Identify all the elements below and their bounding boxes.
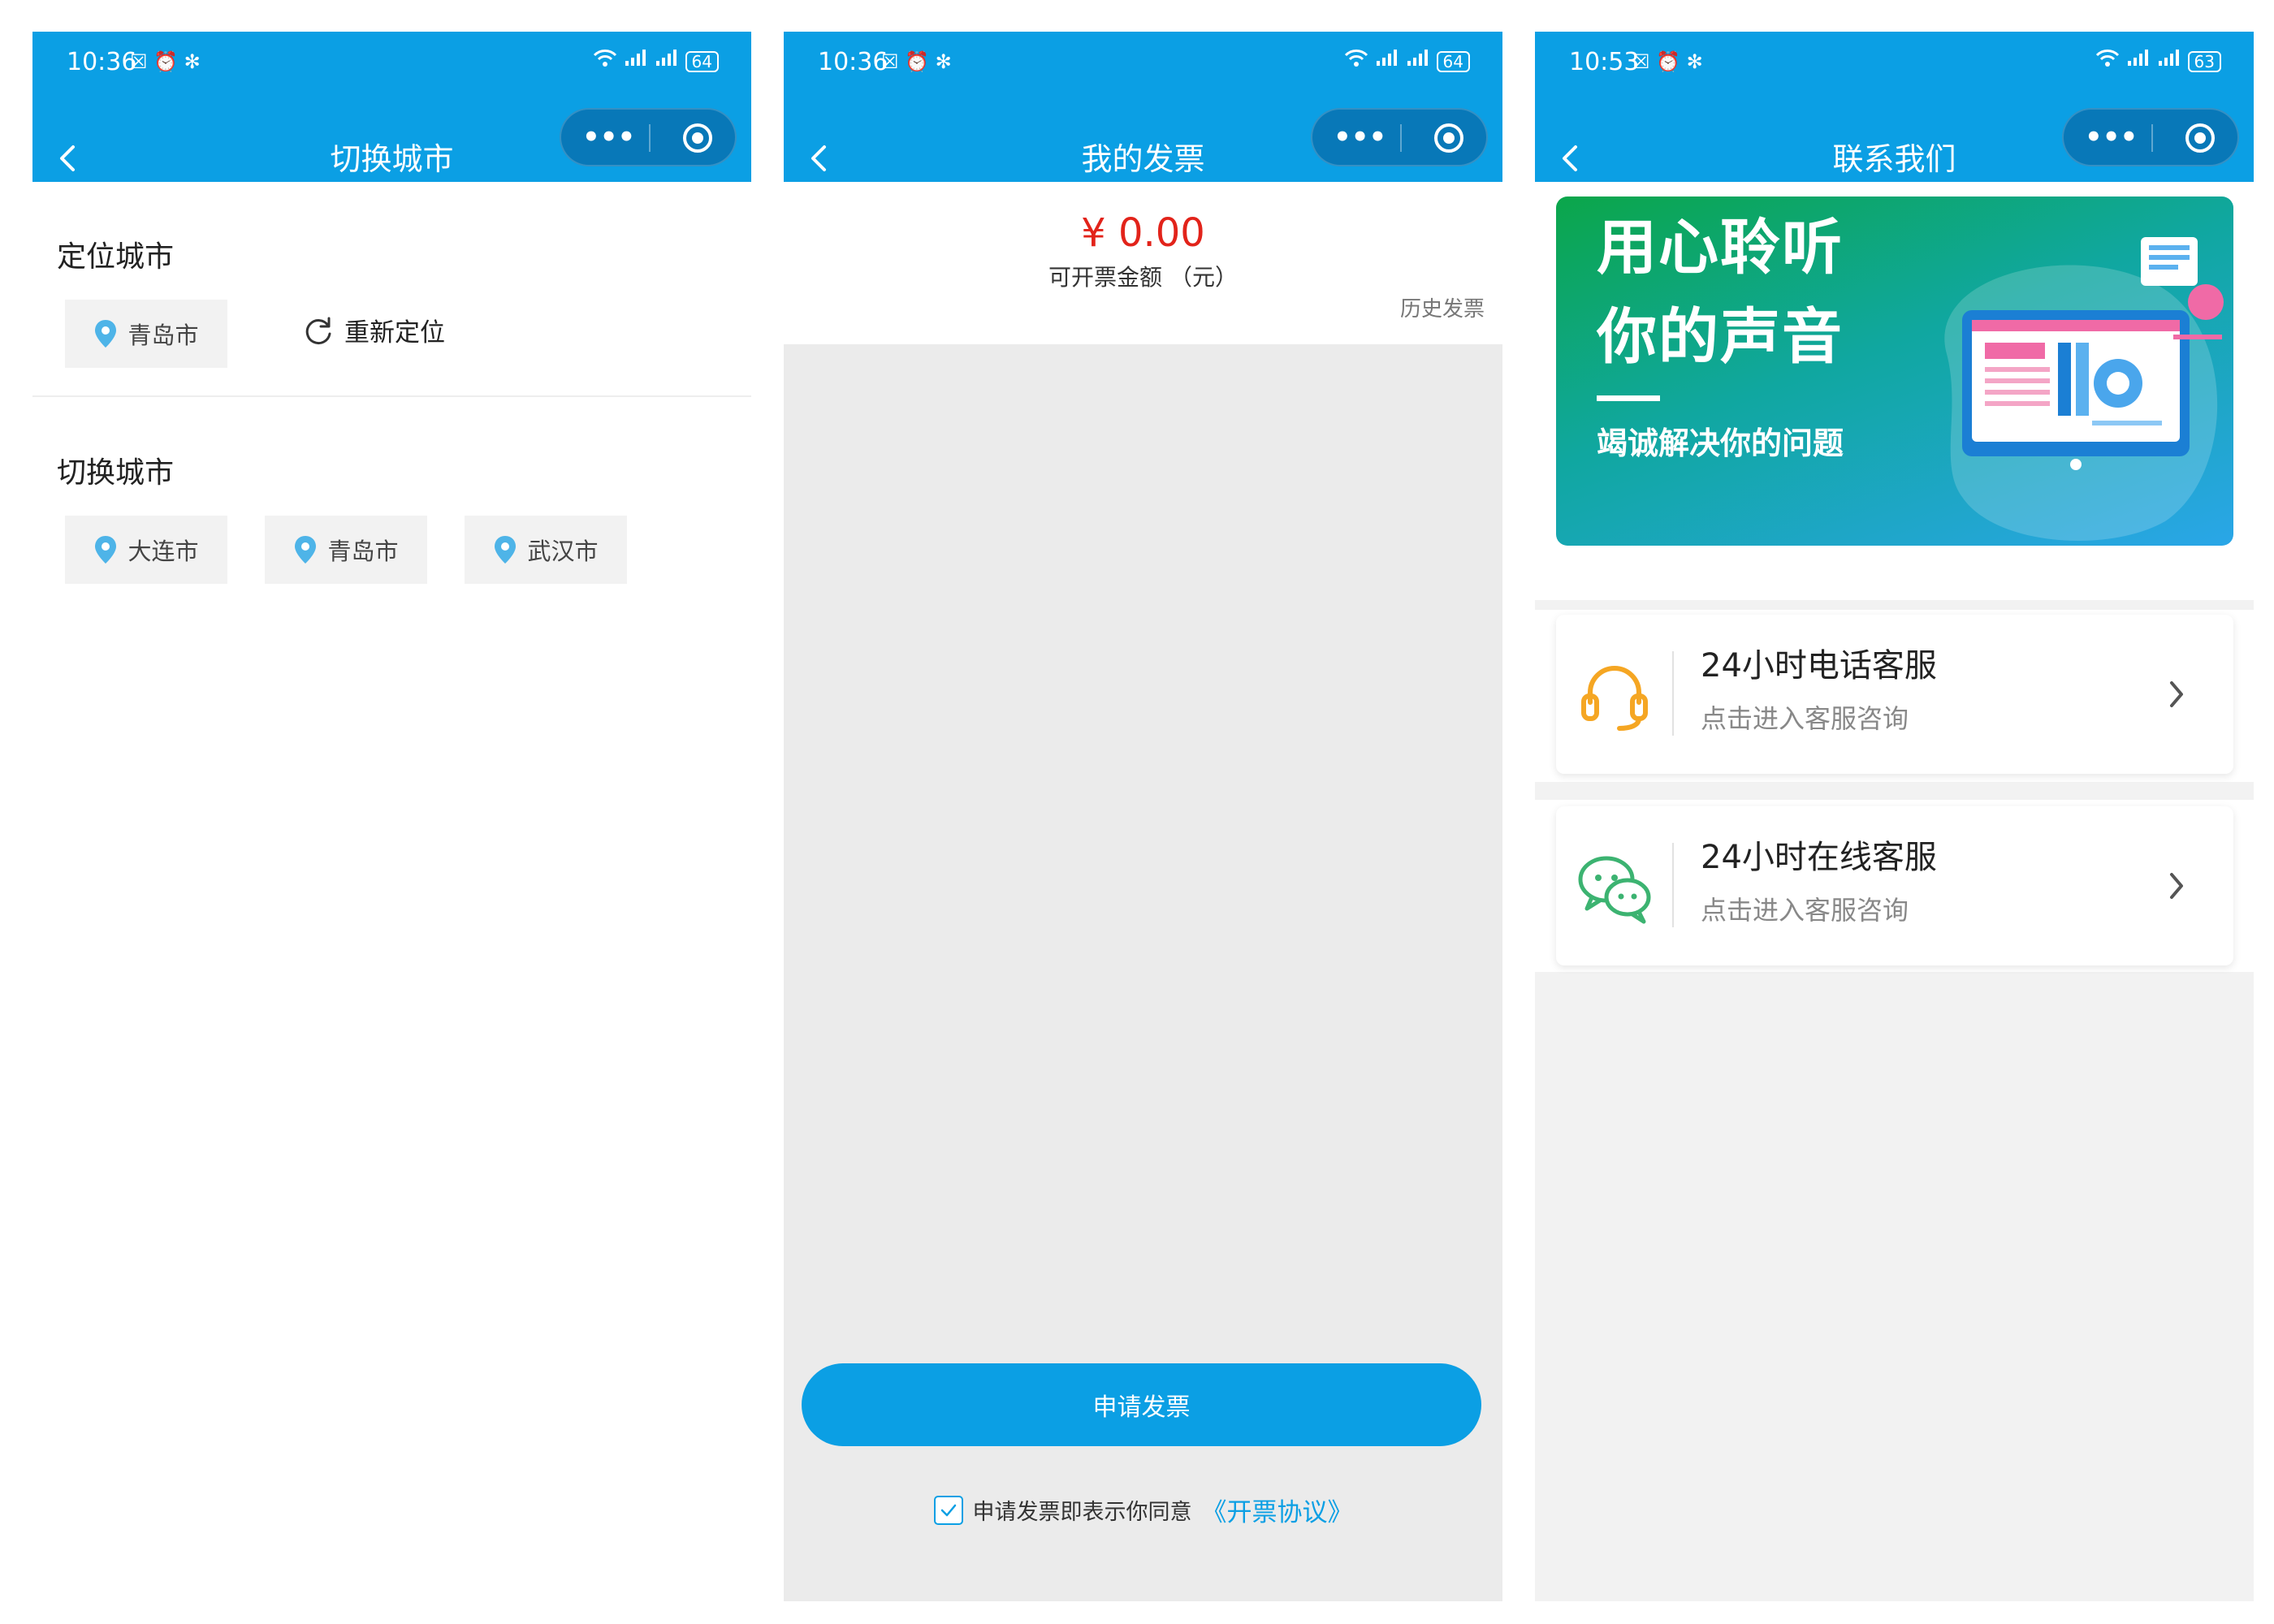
city-label: 大连市 xyxy=(128,538,199,565)
service-subtitle: 点击进入客服咨询 xyxy=(1701,703,1909,734)
wifi-icon xyxy=(1344,48,1368,75)
section-divider xyxy=(32,395,751,397)
wifi-icon xyxy=(593,48,617,75)
my-invoice-screen: 10:36 ☒ ⏰ ✻ 64 我的发票 ••• ¥ 0.00 可开票金额 （元）… xyxy=(784,32,1502,1601)
more-button[interactable]: ••• xyxy=(582,121,635,153)
refresh-icon xyxy=(305,317,331,344)
battery-indicator: 64 xyxy=(685,50,719,72)
close-mini-program-button[interactable] xyxy=(1433,122,1465,154)
phone-service-card[interactable]: 24小时电话客服 点击进入客服咨询 xyxy=(1556,615,2233,774)
status-icons: ☒ ⏰ ✻ xyxy=(881,50,952,73)
wechat-icon xyxy=(1578,856,1651,924)
card-divider xyxy=(1672,651,1674,736)
status-time: 10:53 xyxy=(1569,48,1640,76)
location-pin-icon xyxy=(95,536,117,564)
mini-program-capsule: ••• xyxy=(560,108,737,166)
service-title: 24小时在线客服 xyxy=(1701,839,1937,876)
wifi-icon xyxy=(2095,48,2120,75)
city-chip-qingdao[interactable]: 青岛市 xyxy=(265,516,427,584)
city-chip-dalian[interactable]: 大连市 xyxy=(65,516,227,584)
history-invoice-link[interactable]: 历史发票 xyxy=(1400,296,1485,323)
chevron-right-icon xyxy=(2170,873,2183,899)
location-pin-icon xyxy=(95,320,117,348)
status-right: 64 xyxy=(1344,48,1470,75)
close-mini-program-button[interactable] xyxy=(2184,122,2216,154)
signal-icon-2 xyxy=(2157,48,2181,75)
invoice-agreement-link[interactable]: 《开票协议》 xyxy=(1202,1492,1353,1528)
signal-icon xyxy=(2126,48,2151,75)
invoice-amount: ¥ 0.00 xyxy=(1081,210,1205,256)
top-bar: 10:53 ☒ ⏰ ✻ 63 联系我们 ••• xyxy=(1535,32,2254,182)
online-service-card[interactable]: 24小时在线客服 点击进入客服咨询 xyxy=(1556,806,2233,965)
banner-headline-2: 你的声音 xyxy=(1597,302,1844,372)
status-right: 64 xyxy=(593,48,719,75)
status-time: 10:36 xyxy=(818,48,888,76)
city-chip-wuhan[interactable]: 武汉市 xyxy=(465,516,627,584)
target-icon xyxy=(2185,123,2215,153)
status-right: 63 xyxy=(2095,48,2221,75)
more-button[interactable]: ••• xyxy=(1334,121,1386,153)
agree-text: 申请发票即表示你同意 xyxy=(972,1500,1192,1525)
monitor-illustration xyxy=(1944,237,2224,541)
card-divider xyxy=(1672,843,1674,927)
chevron-right-icon xyxy=(2170,681,2183,707)
signal-icon xyxy=(624,48,648,75)
apply-invoice-button[interactable]: 申请发票 xyxy=(802,1363,1481,1446)
signal-icon-2 xyxy=(655,48,679,75)
battery-indicator: 63 xyxy=(2187,50,2221,72)
contact-us-screen: 10:53 ☒ ⏰ ✻ 63 联系我们 ••• 用心聆听 你的声音 竭诚解决你的… xyxy=(1535,32,2254,1601)
service-subtitle: 点击进入客服咨询 xyxy=(1701,895,1909,926)
banner-headline-1: 用心聆听 xyxy=(1597,213,1844,283)
contact-banner: 用心聆听 你的声音 竭诚解决你的问题 xyxy=(1556,197,2233,546)
location-pin-icon xyxy=(295,536,317,564)
banner-underline xyxy=(1597,395,1660,401)
target-icon xyxy=(1434,123,1463,153)
city-label: 青岛市 xyxy=(128,322,199,349)
invoice-amount-label: 可开票金额 （元） xyxy=(1048,264,1238,291)
status-icons: ☒ ⏰ ✻ xyxy=(130,50,201,73)
switch-city-heading: 切换城市 xyxy=(57,456,175,490)
battery-indicator: 64 xyxy=(1436,50,1470,72)
capsule-divider xyxy=(649,124,651,152)
mini-program-capsule: ••• xyxy=(1311,108,1488,166)
agree-checkbox[interactable] xyxy=(933,1495,963,1525)
mini-program-capsule: ••• xyxy=(2062,108,2239,166)
top-bar: 10:36 ☒ ⏰ ✻ 64 我的发票 ••• xyxy=(784,32,1502,182)
status-time: 10:36 xyxy=(67,48,137,76)
agreement-row: 申请发票即表示你同意 《开票协议》 xyxy=(784,1492,1502,1528)
switch-city-screen: 10:36 ☒ ⏰ ✻ 64 切换城市 ••• 定位城市 青岛市 重新定位 切换… xyxy=(32,32,751,1601)
top-bar: 10:36 ☒ ⏰ ✻ 64 切换城市 ••• xyxy=(32,32,751,182)
target-icon xyxy=(683,123,712,153)
status-icons: ☒ ⏰ ✻ xyxy=(1632,50,1703,73)
city-label: 武汉市 xyxy=(527,538,599,565)
signal-icon xyxy=(1375,48,1399,75)
headset-icon xyxy=(1581,666,1648,731)
close-mini-program-button[interactable] xyxy=(681,122,714,154)
located-city-chip[interactable]: 青岛市 xyxy=(65,300,227,368)
capsule-divider xyxy=(1400,124,1402,152)
banner-subtitle: 竭诚解决你的问题 xyxy=(1597,425,1844,461)
located-city-heading: 定位城市 xyxy=(57,240,175,274)
relocate-label: 重新定位 xyxy=(344,318,445,348)
location-pin-icon xyxy=(495,536,517,564)
relocate-button[interactable]: 重新定位 xyxy=(302,312,445,348)
city-label: 青岛市 xyxy=(327,538,399,565)
signal-icon-2 xyxy=(1406,48,1430,75)
capsule-divider xyxy=(2151,124,2153,152)
more-button[interactable]: ••• xyxy=(2085,121,2138,153)
service-title: 24小时电话客服 xyxy=(1701,647,1937,685)
checkmark-icon xyxy=(940,1504,956,1516)
